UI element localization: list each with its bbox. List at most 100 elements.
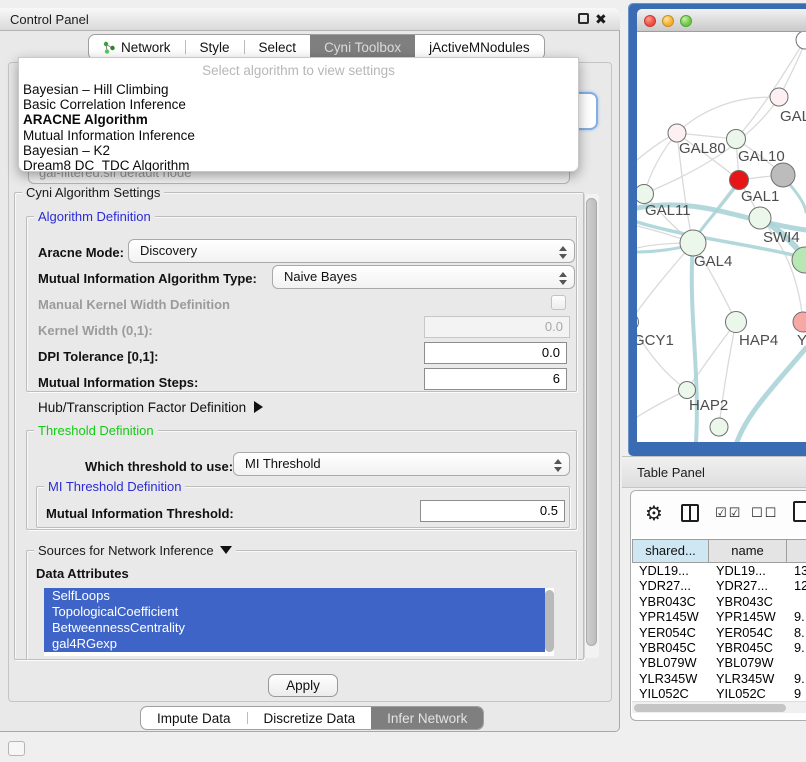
network-canvas[interactable]: GAL7 GAL80 GAL10 GAL1 GAL11 SWI4 GAL4 GC…: [637, 32, 806, 442]
control-panel-titlebar[interactable]: [0, 8, 620, 31]
network-node-red-selected[interactable]: [730, 171, 749, 190]
tab-style[interactable]: Style: [186, 35, 244, 59]
network-graph: GAL7 GAL80 GAL10 GAL1 GAL11 SWI4 GAL4 GC…: [637, 32, 806, 442]
network-node-hap2[interactable]: [679, 382, 696, 399]
columns-icon[interactable]: [681, 504, 699, 522]
deselect-all-icon[interactable]: ☐☐: [751, 505, 778, 521]
manual-kernel-width-checkbox[interactable]: [551, 295, 566, 310]
table-row[interactable]: YIL052CYIL052C9: [632, 686, 806, 701]
aracne-mode-combobox[interactable]: Discovery: [128, 239, 575, 263]
network-window-titlebar[interactable]: [637, 9, 806, 32]
network-tab-icon: [103, 41, 116, 54]
algorithm-option[interactable]: Mutual Information Inference: [19, 128, 578, 143]
network-node[interactable]: [796, 32, 806, 49]
network-node-gcy1[interactable]: [637, 314, 639, 331]
table-hscrollbar-track[interactable]: [632, 701, 806, 713]
mi-threshold-field[interactable]: 0.5: [420, 500, 565, 522]
tab-discretize-data[interactable]: Discretize Data: [248, 707, 372, 729]
tab-network[interactable]: Network: [89, 35, 185, 59]
new-table-icon[interactable]: [793, 501, 806, 522]
table-toolbar: ⚙ ☑☑ ☐☐: [631, 491, 806, 537]
tab-impute-data[interactable]: Impute Data: [141, 707, 247, 729]
algorithm-option[interactable]: Bayesian – Hill Climbing: [19, 82, 578, 97]
spinner-arrows-icon: [559, 272, 567, 285]
hub-definition-expander[interactable]: Hub/Transcription Factor Definition: [38, 400, 263, 415]
float-panel-icon[interactable]: [578, 13, 589, 24]
algorithm-dropdown-list: Select algorithm to view settings Bayesi…: [18, 57, 579, 172]
collapsed-panel-icon[interactable]: [8, 741, 25, 756]
tab-infer-network[interactable]: Infer Network: [371, 707, 483, 729]
dpi-tolerance-label: DPI Tolerance [0,1]:: [38, 349, 158, 364]
node-label: GAL80: [679, 140, 726, 157]
tab-cyni-toolbox[interactable]: Cyni Toolbox: [310, 35, 415, 59]
gear-icon[interactable]: ⚙: [645, 501, 663, 526]
spinner-arrows-icon: [559, 246, 567, 259]
table-row[interactable]: YLR345WYLR345W9.: [632, 671, 806, 686]
network-node-swi4[interactable]: [792, 247, 806, 273]
apply-button[interactable]: Apply: [268, 674, 338, 697]
table-panel-body: ⚙ ☑☑ ☐☐ shared... name YDL19...YDL19...1…: [630, 490, 806, 721]
tab-select[interactable]: Select: [245, 35, 311, 59]
screen: Control Panel ✖ Network Style Select Cyn…: [0, 0, 806, 762]
collapse-arrow-icon: [220, 546, 232, 554]
which-threshold-label: Which threshold to use:: [85, 459, 233, 474]
data-attributes-label: Data Attributes: [36, 566, 129, 581]
column-header-name[interactable]: name: [709, 539, 787, 563]
which-threshold-combobox[interactable]: MI Threshold: [233, 452, 570, 476]
column-header-shared-name[interactable]: shared...: [632, 539, 709, 563]
node-label: GCY1: [637, 332, 674, 349]
kernel-width-label: Kernel Width (0,1):: [38, 323, 153, 338]
algorithm-option[interactable]: Bayesian – K2: [19, 143, 578, 158]
node-label: GAL10: [738, 148, 785, 165]
column-header-partial[interactable]: [787, 539, 806, 563]
attribute-item-selected[interactable]: SelfLoops: [44, 588, 545, 604]
table-row[interactable]: YDL19...YDL19...13: [632, 563, 806, 578]
network-node[interactable]: [710, 418, 728, 436]
algorithm-option[interactable]: Basic Correlation Inference: [19, 97, 578, 112]
mi-steps-label: Mutual Information Steps:: [38, 375, 198, 390]
close-panel-icon[interactable]: ✖: [595, 10, 607, 28]
node-label: HAP2: [689, 397, 728, 414]
attribute-item-selected[interactable]: TopologicalCoefficient: [44, 604, 545, 620]
mi-threshold-group-title: MI Threshold Definition: [44, 479, 185, 494]
table-row[interactable]: YBR043CYBR043C: [632, 594, 806, 609]
table-row[interactable]: YBL079WYBL079W: [632, 655, 806, 670]
network-node-hap4[interactable]: [726, 312, 747, 333]
mi-algorithm-type-combobox[interactable]: Naive Bayes: [272, 265, 575, 289]
close-window-icon[interactable]: [644, 15, 656, 27]
attribute-item-selected[interactable]: BetweennessCentrality: [44, 620, 545, 636]
select-all-icon[interactable]: ☑☑: [715, 505, 742, 521]
network-node-gray[interactable]: [771, 163, 795, 187]
kernel-width-field[interactable]: 0.0: [424, 316, 570, 338]
attributes-scrollbar-thumb[interactable]: [545, 590, 554, 652]
node-label: Y: [797, 332, 806, 349]
sources-group-title[interactable]: Sources for Network Inference: [34, 543, 236, 558]
network-node-gal1[interactable]: [749, 207, 771, 229]
bottom-tabstrip: Impute Data Discretize Data Infer Networ…: [140, 706, 484, 730]
node-label: GAL4: [694, 253, 732, 270]
table-row[interactable]: YER054CYER054C8.: [632, 625, 806, 640]
spinner-arrows-icon: [554, 459, 562, 472]
dpi-tolerance-field[interactable]: 0.0: [424, 342, 567, 364]
attribute-item-selected[interactable]: gal4RGexp: [44, 636, 545, 652]
table-row[interactable]: YPR145WYPR145W9.: [632, 609, 806, 624]
table-row[interactable]: YBR045CYBR045C9.: [632, 640, 806, 655]
network-node-gal10[interactable]: [727, 130, 746, 149]
table-row[interactable]: YDR27...YDR27...12: [632, 578, 806, 593]
table-header-row: shared... name: [632, 539, 806, 563]
node-label: GAL1: [741, 188, 779, 205]
node-label: HAP4: [739, 332, 778, 349]
network-node-salmon[interactable]: [793, 312, 806, 332]
node-label: SWI4: [763, 229, 800, 246]
algorithm-option[interactable]: Dream8 DC_TDC Algorithm: [19, 158, 578, 172]
algorithm-option-selected[interactable]: ARACNE Algorithm: [19, 112, 578, 127]
minimize-window-icon[interactable]: [662, 15, 674, 27]
network-node-gal7[interactable]: [770, 88, 788, 106]
table-hscrollbar-thumb[interactable]: [634, 704, 786, 712]
network-node-gal11[interactable]: [637, 185, 654, 204]
mi-steps-field[interactable]: 6: [424, 368, 567, 390]
settings-scrollbar-thumb[interactable]: [586, 198, 597, 646]
tab-jactivemnodules[interactable]: jActiveMNodules: [415, 35, 544, 59]
zoom-window-icon[interactable]: [680, 15, 692, 27]
algorithm-dropdown-placeholder: Select algorithm to view settings: [19, 58, 578, 82]
